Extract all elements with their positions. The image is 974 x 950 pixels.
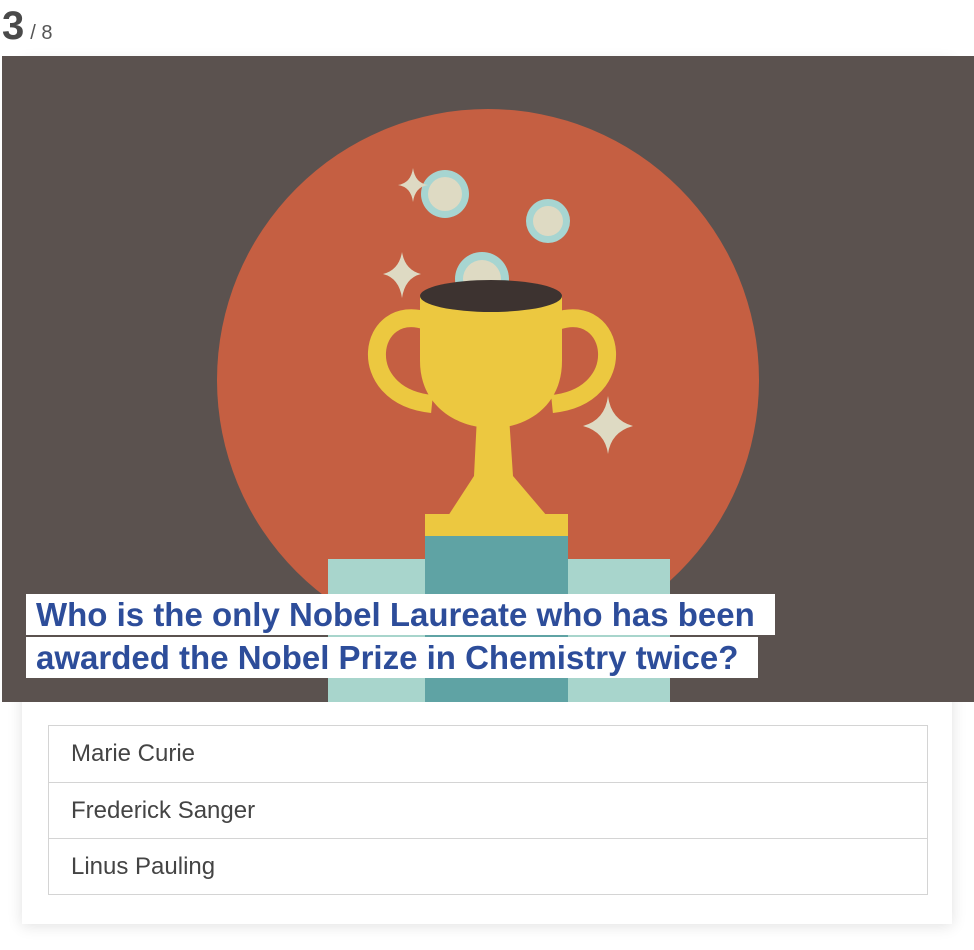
answer-option-linus-pauling[interactable]: Linus Pauling bbox=[48, 839, 928, 895]
question-image: Who is the only Nobel Laureate who has b… bbox=[2, 56, 974, 702]
answer-option-marie-curie[interactable]: Marie Curie bbox=[48, 725, 928, 783]
answer-list: Marie Curie Frederick Sanger Linus Pauli… bbox=[48, 725, 928, 895]
question-progress: 3 / 8 bbox=[2, 4, 53, 52]
answer-option-frederick-sanger[interactable]: Frederick Sanger bbox=[48, 783, 928, 839]
current-question-number: 3 bbox=[2, 4, 25, 48]
question-text-label: Who is the only Nobel Laureate who has b… bbox=[26, 594, 775, 678]
question-text: Who is the only Nobel Laureate who has b… bbox=[26, 593, 856, 679]
total-questions: / 8 bbox=[30, 22, 53, 44]
